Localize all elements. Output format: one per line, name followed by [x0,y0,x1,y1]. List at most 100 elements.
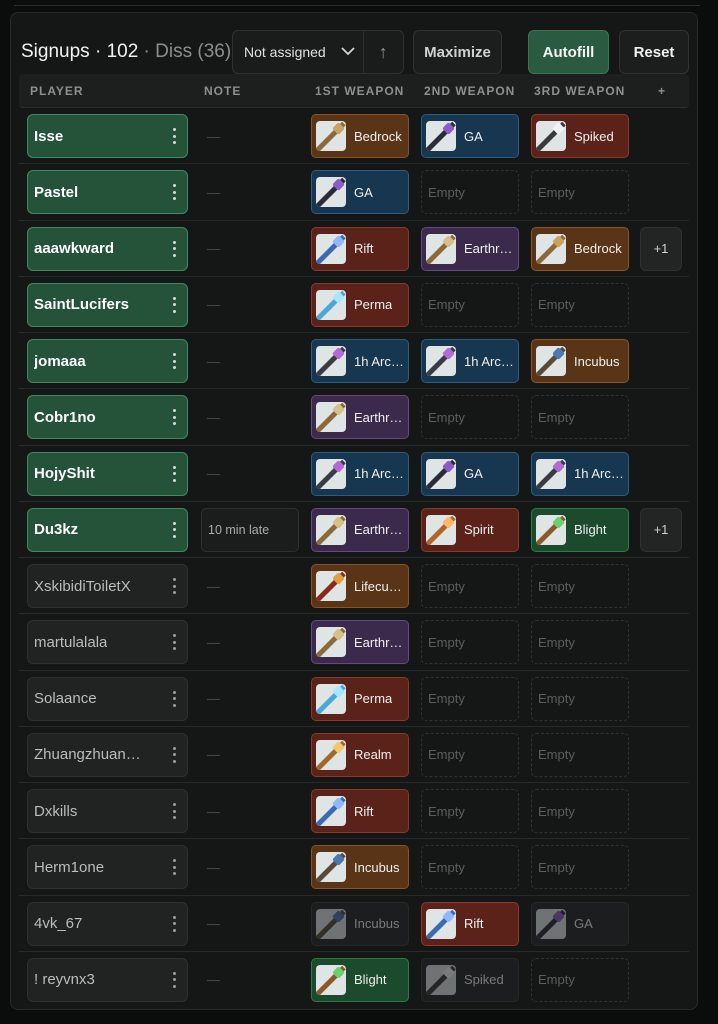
empty-weapon-slot[interactable]: Empty [421,282,519,327]
extra-weapons-badge[interactable]: +1 [640,226,682,271]
more-options-icon[interactable] [173,746,177,763]
assignment-select[interactable]: Not assigned [233,31,364,73]
more-options-icon[interactable] [173,971,177,988]
weapon-slot[interactable]: GA [531,901,629,946]
empty-weapon-slot[interactable]: Empty [421,395,519,440]
player-chip[interactable]: Du3kz [27,507,188,552]
empty-weapon-slot[interactable]: Empty [531,676,629,721]
player-chip[interactable]: Dxkills [27,789,188,833]
more-options-icon[interactable] [173,353,177,369]
empty-weapon-slot[interactable]: Empty [421,170,519,215]
player-chip[interactable]: Isse [27,114,188,158]
column-header-note[interactable]: NOTE [204,84,241,98]
sort-direction-button[interactable]: ↑ [364,31,404,73]
note-field[interactable]: — [201,845,299,889]
empty-weapon-slot[interactable]: Empty [531,282,629,327]
weapon-slot[interactable]: Earthr… [311,620,409,665]
empty-weapon-slot[interactable]: Empty [421,564,519,608]
column-header-weapon-3[interactable]: 3RD WEAPON [534,84,625,98]
weapon-slot[interactable]: Incubus [311,845,409,890]
empty-weapon-slot[interactable]: Empty [531,732,629,777]
weapon-slot[interactable]: Earthr… [421,226,519,271]
player-chip[interactable]: SaintLucifers [27,282,188,327]
empty-weapon-slot[interactable]: Empty [531,789,629,833]
weapon-slot[interactable]: Incubus [531,339,629,383]
empty-weapon-slot[interactable]: Empty [531,845,629,890]
empty-weapon-slot[interactable]: Empty [421,676,519,721]
note-field[interactable]: — [201,114,299,158]
more-options-icon[interactable] [173,578,177,594]
note-field[interactable]: — [201,170,299,214]
weapon-slot[interactable]: Perma [311,676,409,721]
player-chip[interactable]: XskibidiToiletX [27,564,188,608]
weapon-slot[interactable]: Blight [531,507,629,552]
weapon-slot[interactable]: Earthr… [311,507,409,552]
column-header-weapon-2[interactable]: 2ND WEAPON [424,84,515,98]
weapon-slot[interactable]: Spirit [421,507,519,552]
weapon-slot[interactable]: Earthr… [311,395,409,440]
player-chip[interactable]: 4vk_67 [27,901,188,946]
more-options-icon[interactable] [173,465,177,482]
player-chip[interactable]: Zhuangzhuan… [27,732,188,777]
player-chip[interactable]: martulalala [27,620,188,665]
weapon-slot[interactable]: Rift [311,789,409,833]
note-field[interactable]: — [201,733,299,777]
add-weapon-column-button[interactable]: + [658,84,666,98]
player-chip[interactable]: ! reyvnx3 [27,957,188,1002]
more-options-icon[interactable] [173,690,177,707]
note-field[interactable]: — [201,564,299,608]
weapon-slot[interactable]: 1h Arc… [531,451,629,496]
maximize-button[interactable]: Maximize [413,30,502,74]
empty-weapon-slot[interactable]: Empty [531,170,629,215]
reset-button[interactable]: Reset [619,30,689,74]
more-options-icon[interactable] [173,859,177,876]
weapon-slot[interactable]: Rift [421,901,519,946]
note-field[interactable]: 10 min late [201,507,299,552]
player-chip[interactable]: Solaance [27,676,188,721]
weapon-slot[interactable]: Spiked [421,957,519,1002]
weapon-slot[interactable]: 1h Arc… [311,339,409,383]
diss-count[interactable]: Diss (36) [155,41,231,62]
more-options-icon[interactable] [173,128,177,144]
note-field[interactable]: — [201,395,299,439]
empty-weapon-slot[interactable]: Empty [531,395,629,440]
weapon-slot[interactable]: 1h Arc… [421,339,519,383]
more-options-icon[interactable] [173,915,177,932]
note-field[interactable]: — [201,958,299,1002]
more-options-icon[interactable] [173,803,177,819]
empty-weapon-slot[interactable]: Empty [531,620,629,665]
player-chip[interactable]: Herm1one [27,845,188,890]
column-header-weapon-1[interactable]: 1ST WEAPON [315,84,404,98]
note-field[interactable]: — [201,452,299,496]
autofill-button[interactable]: Autofill [528,30,609,74]
weapon-slot[interactable]: 1h Arc… [311,451,409,496]
weapon-slot[interactable]: GA [421,114,519,158]
weapon-slot[interactable]: Spiked [531,114,629,158]
weapon-slot[interactable]: Blight [311,957,409,1002]
empty-weapon-slot[interactable]: Empty [531,564,629,608]
player-chip[interactable]: aaawkward [27,226,188,271]
player-chip[interactable]: Pastel [27,170,188,215]
more-options-icon[interactable] [173,240,177,257]
note-field[interactable]: — [201,789,299,833]
player-chip[interactable]: jomaaa [27,339,188,383]
weapon-slot[interactable]: GA [421,451,519,496]
weapon-slot[interactable]: Bedrock [311,114,409,158]
more-options-icon[interactable] [173,634,177,651]
more-options-icon[interactable] [173,184,177,201]
note-field[interactable]: — [201,227,299,271]
more-options-icon[interactable] [173,409,177,426]
empty-weapon-slot[interactable]: Empty [421,845,519,890]
note-field[interactable]: — [201,902,299,946]
player-chip[interactable]: Cobr1no [27,395,188,440]
weapon-slot[interactable]: Realm [311,732,409,777]
empty-weapon-slot[interactable]: Empty [421,620,519,665]
weapon-slot[interactable]: GA [311,170,409,215]
weapon-slot[interactable]: Bedrock [531,226,629,271]
weapon-slot[interactable]: Rift [311,226,409,271]
note-field[interactable]: — [201,283,299,327]
more-options-icon[interactable] [173,521,177,538]
column-header-player[interactable]: PLAYER [30,84,84,98]
note-field[interactable]: — [201,620,299,664]
extra-weapons-badge[interactable]: +1 [640,507,682,552]
